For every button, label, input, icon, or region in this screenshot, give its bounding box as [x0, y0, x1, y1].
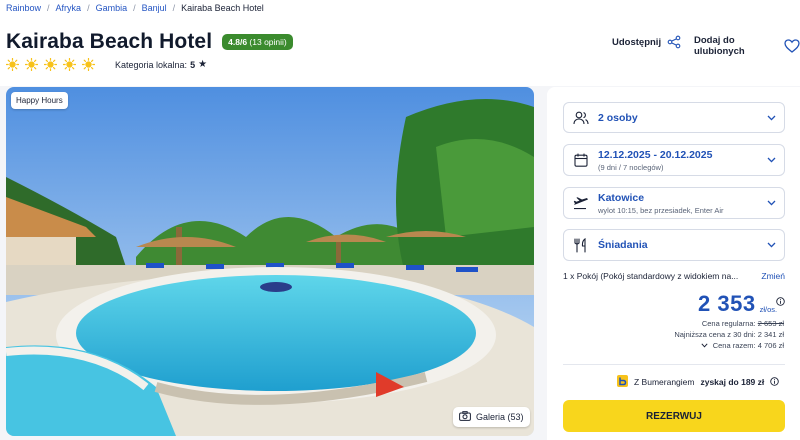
favorites-label: Dodaj do ulubionych	[694, 35, 745, 57]
breadcrumb-gambia[interactable]: Gambia	[96, 3, 128, 13]
camera-icon	[459, 411, 471, 423]
book-button[interactable]: REZERWUJ	[563, 400, 785, 432]
breadcrumb-banjul[interactable]: Banjul	[142, 3, 167, 13]
persons-icon	[564, 111, 598, 125]
departure-value: Katowice	[598, 191, 645, 204]
bumerang-label: Z Bumerangiem	[634, 377, 695, 387]
chevron-down-icon	[758, 242, 784, 248]
rating-badge[interactable]: 4.8/6 (13 opinii)	[222, 34, 293, 50]
chevron-down-icon	[758, 157, 784, 163]
breadcrumb-current: Kairaba Beach Hotel	[181, 3, 264, 13]
breadcrumb: Rainbow / Afryka / Gambia / Banjul / Kai…	[6, 3, 264, 13]
room-change-link[interactable]: Zmień	[761, 271, 785, 281]
divider	[563, 364, 785, 365]
page-title: Kairaba Beach Hotel	[6, 30, 213, 53]
heart-icon	[784, 39, 800, 53]
sun-icon	[25, 58, 38, 71]
dates-duration: (9 dni / 7 noclegów)	[598, 162, 664, 172]
total-price-label: Cena razem:	[712, 341, 756, 350]
share-button[interactable]: Udostępnij	[612, 35, 681, 49]
breadcrumb-afryka[interactable]: Afryka	[56, 3, 82, 13]
breadcrumb-separator: /	[172, 3, 176, 13]
lowest-price-line: Najniższa cena z 30 dni: 2 341 zł	[674, 329, 784, 340]
add-to-favorites-button[interactable]: Dodaj do ulubionych	[694, 35, 800, 57]
gallery-label: Galeria (53)	[476, 412, 524, 422]
sun-icon	[82, 58, 95, 71]
category-value: 5	[190, 59, 196, 70]
board-value: Śniadania	[598, 239, 648, 251]
sun-rating	[6, 58, 101, 71]
bumerang-offer[interactable]: Z Bumerangiem zyskaj do 189 zł	[617, 375, 780, 389]
breadcrumb-separator: /	[133, 3, 136, 13]
dates-value: 12.12.2025 - 20.12.2025	[598, 148, 713, 161]
hotel-photo[interactable]	[6, 87, 534, 436]
regular-price-label: Cena regularna:	[701, 319, 756, 328]
chevron-down-icon	[758, 200, 784, 206]
title-row: Kairaba Beach Hotel 4.8/6 (13 opinii)	[6, 30, 293, 54]
info-icon[interactable]	[770, 376, 780, 388]
local-category: Kategoria lokalna: 5 ★	[115, 59, 207, 70]
chevron-down-icon	[701, 340, 708, 351]
price-unit: zł/os.	[759, 305, 778, 314]
regular-price-value: 2 653 zł	[757, 319, 784, 328]
breadcrumb-rainbow[interactable]: Rainbow	[6, 3, 41, 13]
share-label: Udostępnij	[612, 36, 662, 48]
total-price-line[interactable]: Cena razem: 4 706 zł	[674, 340, 784, 351]
sun-icon	[44, 58, 57, 71]
board-select[interactable]: Śniadania	[563, 229, 785, 261]
price-details: Cena regularna: 2 653 zł Najniższa cena …	[674, 318, 784, 351]
chevron-down-icon	[758, 115, 784, 121]
rating-score: 4.8/6	[228, 37, 248, 47]
plane-icon	[564, 196, 598, 210]
dates-select[interactable]: 12.12.2025 - 20.12.2025 (9 dni / 7 nocle…	[563, 144, 785, 176]
bumerang-value: zyskaj do 189 zł	[700, 377, 765, 387]
price-amount: 2 353	[698, 291, 756, 316]
breadcrumb-separator: /	[47, 3, 50, 13]
departure-select[interactable]: Katowice wylot 10:15, bez przesiadek, En…	[563, 187, 785, 219]
gallery-button[interactable]: Galeria (53)	[453, 407, 530, 427]
cutlery-icon	[564, 237, 598, 253]
sun-icon	[63, 58, 76, 71]
sun-icon	[6, 58, 19, 71]
category-label: Kategoria lokalna:	[115, 59, 188, 70]
regular-price-line: Cena regularna: 2 653 zł	[674, 318, 784, 329]
room-row: 1 x Pokój (Pokój standardowy z widokiem …	[563, 271, 785, 281]
share-icon	[667, 35, 681, 49]
calendar-icon	[564, 153, 598, 167]
departure-details: wylot 10:15, bez przesiadek, Enter Air	[598, 205, 724, 215]
rating-reviews: (13 opinii)	[249, 37, 287, 47]
room-description: 1 x Pokój (Pokój standardowy z widokiem …	[563, 271, 739, 281]
info-icon[interactable]	[776, 293, 785, 311]
happy-hours-badge: Happy Hours	[11, 92, 68, 109]
breadcrumb-separator: /	[87, 3, 90, 13]
persons-value: 2 osoby	[598, 111, 638, 124]
bumerang-logo-icon	[617, 375, 628, 389]
lowest-price-value: 2 341 zł	[757, 330, 784, 339]
price-block: 2 353 zł/os.	[698, 291, 785, 317]
total-price-value: 4 706 zł	[757, 341, 784, 350]
lowest-price-label: Najniższa cena z 30 dni:	[674, 330, 756, 339]
persons-select[interactable]: 2 osoby	[563, 102, 785, 133]
star-icon: ★	[198, 59, 208, 70]
